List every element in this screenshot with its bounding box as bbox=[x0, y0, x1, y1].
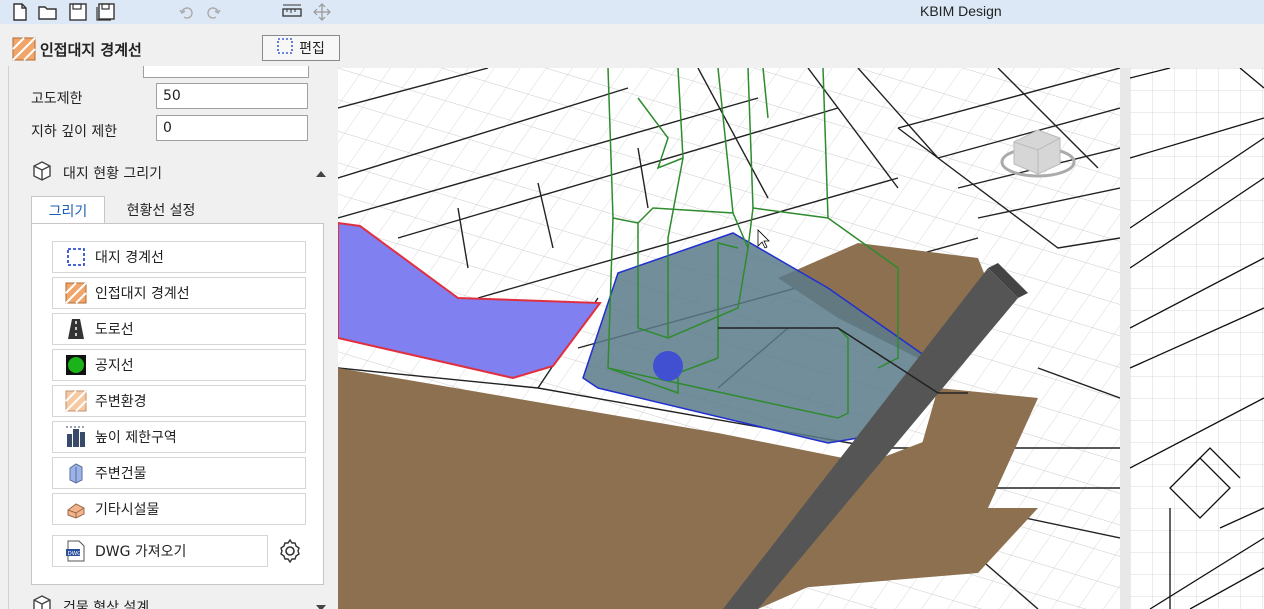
tool-label: 공지선 bbox=[95, 358, 134, 374]
tool-building[interactable]: 주변건물 bbox=[52, 457, 306, 489]
page-title: 인접대지 경계선 bbox=[40, 41, 142, 59]
redo-icon[interactable] bbox=[204, 2, 224, 22]
expand-arrow-icon[interactable] bbox=[316, 599, 326, 609]
cube-icon bbox=[31, 160, 53, 186]
tool-site-boundary[interactable]: 대지 경계선 bbox=[52, 241, 306, 273]
cube-icon bbox=[31, 594, 53, 609]
road-icon bbox=[65, 318, 87, 340]
svg-text:DWG: DWG bbox=[68, 551, 82, 557]
tool-label: 주변건물 bbox=[95, 466, 147, 482]
tools-box: 대지 경계선 인접대지 경계선 도로선 공지선 주변환경 높이 제한구역 주변건… bbox=[31, 223, 324, 585]
tool-label: 높이 제한구역 bbox=[95, 430, 177, 446]
site-boundary-icon bbox=[65, 246, 87, 268]
settings-gear-icon[interactable] bbox=[277, 538, 303, 568]
section-building-design[interactable]: 건물 형상 설계 bbox=[31, 594, 326, 609]
pan-icon[interactable] bbox=[312, 2, 332, 22]
2d-plan-viewport[interactable] bbox=[1130, 68, 1264, 609]
tab-draw[interactable]: 그리기 bbox=[31, 196, 105, 224]
section-site-label: 대지 현황 그리기 bbox=[63, 166, 163, 182]
tool-label: 인접대지 경계선 bbox=[95, 286, 190, 302]
title-bar: KBIM Design bbox=[0, 0, 1264, 24]
building-icon bbox=[65, 462, 87, 484]
height-limit-input[interactable]: 50 bbox=[156, 83, 308, 109]
tool-environment[interactable]: 주변환경 bbox=[52, 385, 306, 417]
undo-icon[interactable] bbox=[176, 2, 196, 22]
measure-icon[interactable] bbox=[282, 2, 302, 22]
tab-line-settings-label: 현황선 설정 bbox=[126, 203, 196, 219]
tool-label: 주변환경 bbox=[95, 394, 147, 410]
select-field-partial[interactable] bbox=[143, 66, 309, 78]
adjacent-boundary-icon bbox=[65, 282, 87, 304]
new-file-icon[interactable] bbox=[10, 2, 30, 22]
dwg-file-icon: DWG bbox=[65, 540, 87, 562]
tool-height-limit[interactable]: 높이 제한구역 bbox=[52, 421, 306, 453]
edit-label: 편집 bbox=[299, 41, 325, 57]
collapse-arrow-icon[interactable] bbox=[316, 165, 326, 181]
section-site-drawing[interactable]: 대지 현황 그리기 bbox=[31, 160, 326, 186]
left-panel: 고도제한 50 지하 깊이 제한 0 대지 현황 그리기 그리기 현황선 설정 … bbox=[0, 66, 330, 609]
tool-adjacent-boundary[interactable]: 인접대지 경계선 bbox=[52, 277, 306, 309]
open-folder-icon[interactable] bbox=[38, 2, 58, 22]
tool-road[interactable]: 도로선 bbox=[52, 313, 306, 345]
open-space-icon bbox=[65, 354, 87, 376]
3d-scene bbox=[338, 68, 1120, 609]
save-icon[interactable] bbox=[68, 2, 88, 22]
underground-depth-label: 지하 깊이 제한 bbox=[31, 124, 118, 140]
tool-label: 대지 경계선 bbox=[95, 250, 164, 266]
environment-icon bbox=[65, 390, 87, 412]
tab-line-settings[interactable]: 현황선 설정 bbox=[111, 196, 211, 224]
height-limit-icon bbox=[65, 426, 87, 448]
adjacent-boundary-icon bbox=[12, 37, 36, 65]
save-as-icon[interactable] bbox=[96, 2, 116, 22]
facility-icon bbox=[65, 498, 87, 520]
2d-plan bbox=[1130, 68, 1264, 609]
dwg-import-button[interactable]: DWG DWG 가져오기 bbox=[52, 535, 268, 567]
edit-icon bbox=[277, 38, 293, 58]
3d-viewport[interactable] bbox=[338, 68, 1120, 609]
panel-header: 인접대지 경계선 편집 bbox=[0, 30, 1264, 66]
edit-button[interactable]: 편집 bbox=[262, 35, 340, 61]
section-building-label: 건물 형상 설계 bbox=[63, 600, 150, 609]
tool-open-space[interactable]: 공지선 bbox=[52, 349, 306, 381]
app-title: KBIM Design bbox=[920, 3, 1002, 19]
pivot-point[interactable] bbox=[653, 351, 683, 381]
tool-facility[interactable]: 기타시설물 bbox=[52, 493, 306, 525]
tab-draw-label: 그리기 bbox=[48, 203, 88, 220]
tool-label: 도로선 bbox=[95, 322, 134, 338]
height-limit-label: 고도제한 bbox=[31, 91, 83, 107]
dwg-import-label: DWG 가져오기 bbox=[95, 544, 187, 560]
view-splitter[interactable] bbox=[1120, 68, 1130, 609]
underground-depth-input[interactable]: 0 bbox=[156, 115, 308, 141]
tool-label: 기타시설물 bbox=[95, 502, 160, 518]
